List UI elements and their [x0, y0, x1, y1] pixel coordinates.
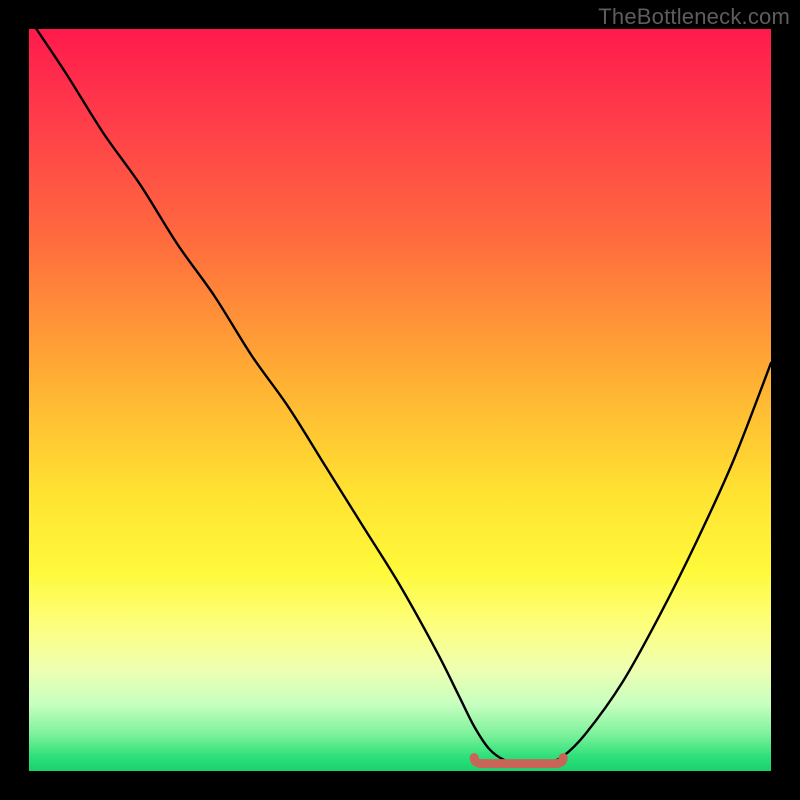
watermark-text: TheBottleneck.com [598, 4, 790, 30]
chart-frame: TheBottleneck.com [0, 0, 800, 800]
optimal-range-marker [29, 29, 771, 771]
plot-area [29, 29, 771, 771]
